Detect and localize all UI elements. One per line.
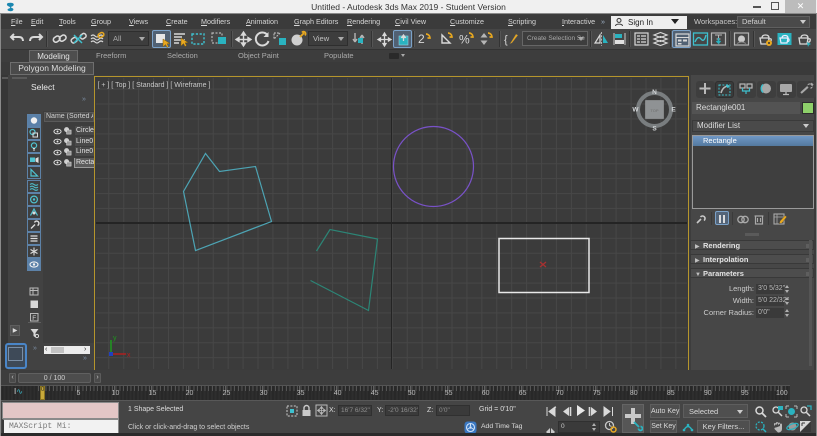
svg-text:F: F — [32, 315, 36, 322]
svg-text:S: S — [652, 125, 657, 132]
svg-text:2: 2 — [418, 32, 425, 46]
svg-text:%: % — [459, 33, 470, 47]
svg-text:N: N — [652, 89, 657, 96]
svg-text:{: { — [504, 34, 508, 46]
svg-text:W: W — [632, 106, 639, 113]
svg-text:x: x — [127, 352, 131, 359]
svg-text:TOP: TOP — [650, 108, 658, 113]
svg-text:y: y — [113, 335, 117, 342]
svg-text:E: E — [671, 106, 676, 113]
